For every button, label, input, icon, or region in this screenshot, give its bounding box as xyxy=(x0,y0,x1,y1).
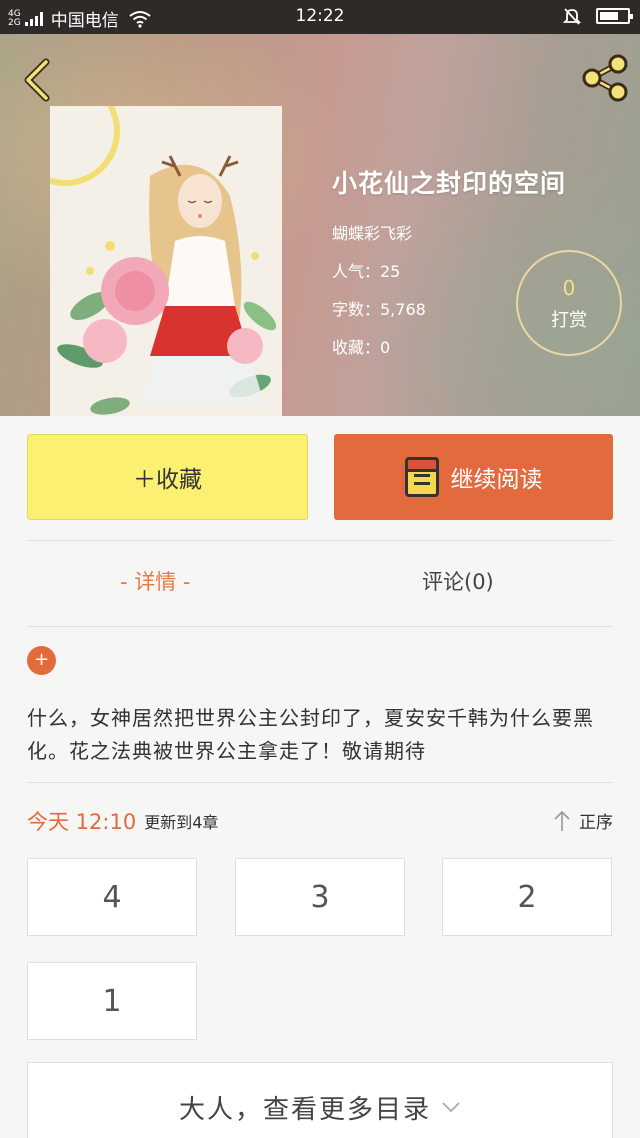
chapter-item[interactable]: 1 xyxy=(27,962,197,1040)
update-info: 今天 12:10 更新到4章 正序 xyxy=(27,806,613,836)
chapter-item[interactable]: 3 xyxy=(235,858,405,936)
sort-label: 正序 xyxy=(579,813,613,833)
book-description: 什么，女神居然把世界公主公封印了，夏安安千韩为什么要黑化。花之法典被世界公主拿走… xyxy=(27,706,594,763)
reward-label: 打赏 xyxy=(551,310,587,331)
continue-reading-button[interactable]: 继续阅读 xyxy=(334,434,613,520)
view-more-catalog-button[interactable]: 大人，查看更多目录 xyxy=(27,1062,613,1138)
clock: 12:22 xyxy=(295,6,345,26)
tab-comments[interactable]: 评论(0) xyxy=(422,566,494,596)
update-time: 今天 12:10 xyxy=(27,810,137,834)
bell-muted-icon xyxy=(562,8,582,25)
divider xyxy=(27,626,613,627)
author-name[interactable]: 蝴蝶彩飞彩 xyxy=(332,220,566,244)
book-cover[interactable] xyxy=(50,106,282,416)
book-icon xyxy=(404,457,439,497)
chapter-item[interactable]: 4 xyxy=(27,858,197,936)
collect-button[interactable]: ＋收藏 xyxy=(27,434,308,520)
chevron-down-icon xyxy=(442,1102,460,1113)
chevron-left-icon[interactable] xyxy=(18,56,58,104)
arrow-up-icon xyxy=(554,810,570,831)
chapter-item[interactable]: 2 xyxy=(442,858,612,936)
reward-count: 0 xyxy=(562,276,576,300)
book-header: 小花仙之封印的空间 蝴蝶彩飞彩 人气：25 字数：5,768 收藏：0 0 打赏 xyxy=(0,34,640,416)
status-bar: 4G 2G 中国电信 12:22 xyxy=(0,0,640,34)
book-title: 小花仙之封印的空间 xyxy=(332,169,567,198)
divider xyxy=(27,782,613,783)
expand-icon[interactable]: + xyxy=(27,646,56,675)
status-right xyxy=(562,6,633,26)
sort-button[interactable]: 正序 xyxy=(553,808,613,833)
share-icon[interactable] xyxy=(580,52,630,104)
reward-button[interactable]: 0 打赏 xyxy=(516,250,622,356)
tab-detail[interactable]: - 详情 - xyxy=(120,566,191,596)
continue-reading-label: 继续阅读 xyxy=(450,467,543,493)
update-text: 更新到4章 xyxy=(144,813,219,832)
collect-label: ＋收藏 xyxy=(133,467,202,493)
divider xyxy=(27,540,613,541)
view-more-label: 大人，查看更多目录 xyxy=(178,1094,431,1125)
battery-icon xyxy=(596,8,633,24)
